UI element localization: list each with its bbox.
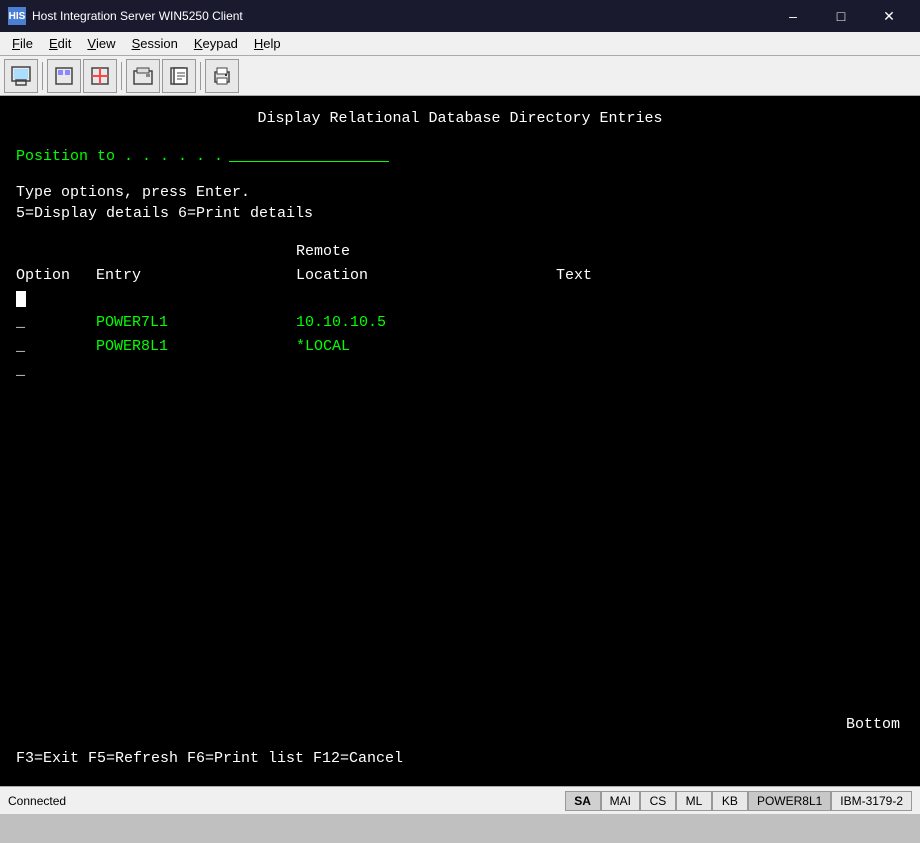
status-connected: Connected xyxy=(8,794,565,808)
status-badges: SA MAI CS ML KB POWER8L1 IBM-3179-2 xyxy=(565,791,912,811)
toolbar-btn-print[interactable] xyxy=(205,59,239,93)
row1-text xyxy=(556,336,676,358)
toolbar-btn-5[interactable] xyxy=(162,59,196,93)
cursor-block xyxy=(16,291,26,307)
minimize-button[interactable]: – xyxy=(770,0,816,32)
table-row-2: _ xyxy=(16,360,904,382)
status-model: IBM-3179-2 xyxy=(831,791,912,811)
toolbar-sep-2 xyxy=(121,62,122,90)
toolbar xyxy=(0,56,920,96)
row-cursor-location xyxy=(296,289,556,311)
window-title: Host Integration Server WIN5250 Client xyxy=(32,9,770,23)
row2-location xyxy=(296,360,556,382)
toolbar-btn-1[interactable] xyxy=(4,59,38,93)
menu-view[interactable]: View xyxy=(79,32,123,55)
row0-entry: POWER7L1 xyxy=(96,312,296,334)
menu-session[interactable]: Session xyxy=(124,32,186,55)
column-headers: Remote Option Entry Location Text xyxy=(16,241,904,287)
status-cs: CS xyxy=(640,791,676,811)
row0-text xyxy=(556,312,676,334)
status-mai: MAI xyxy=(601,791,640,811)
table-row-0: _ POWER7L1 10.10.10.5 xyxy=(16,312,904,334)
toolbar-btn-2[interactable] xyxy=(47,59,81,93)
row1-entry: POWER8L1 xyxy=(96,336,296,358)
col-entry-label: Entry xyxy=(96,265,296,287)
position-line: Position to . . . . . . xyxy=(16,146,904,168)
position-input[interactable] xyxy=(229,146,389,162)
title-bar: HIS Host Integration Server WIN5250 Clie… xyxy=(0,0,920,32)
window-controls: – □ ✕ xyxy=(770,0,912,32)
maximize-button[interactable]: □ xyxy=(818,0,864,32)
col-option-spacer xyxy=(16,241,96,263)
status-system: POWER8L1 xyxy=(748,791,831,811)
menu-file[interactable]: File xyxy=(4,32,41,55)
menu-bar: File Edit View Session Keypad Help xyxy=(0,32,920,56)
close-button[interactable]: ✕ xyxy=(866,0,912,32)
status-bar: Connected SA MAI CS ML KB POWER8L1 IBM-3… xyxy=(0,786,920,814)
col-location-label: Location xyxy=(296,265,556,287)
status-ml: ML xyxy=(676,791,712,811)
toolbar-sep-3 xyxy=(200,62,201,90)
table-row-1: _ POWER8L1 *LOCAL xyxy=(16,336,904,358)
position-label: Position to . . . . . . xyxy=(16,146,223,168)
col-remote-header: Remote xyxy=(296,241,556,263)
toolbar-btn-4[interactable] xyxy=(126,59,160,93)
column-header-row2: Option Entry Location Text xyxy=(16,265,904,287)
app-icon: HIS xyxy=(8,7,26,25)
row1-location: *LOCAL xyxy=(296,336,556,358)
col-entry-spacer xyxy=(96,241,296,263)
row-cursor-text xyxy=(556,289,676,311)
toolbar-sep-1 xyxy=(42,62,43,90)
menu-edit[interactable]: Edit xyxy=(41,32,79,55)
row2-text xyxy=(556,360,676,382)
col-option-label: Option xyxy=(16,265,96,287)
row0-option: _ xyxy=(16,312,96,334)
fkey-bar: F3=Exit F5=Refresh F6=Print list F12=Can… xyxy=(16,748,403,770)
options-section: Type options, press Enter. 5=Display det… xyxy=(16,182,904,226)
bottom-label: Bottom xyxy=(846,714,900,736)
row2-option: _ xyxy=(16,360,96,382)
column-header-row1: Remote xyxy=(16,241,904,263)
status-kb: KB xyxy=(712,791,748,811)
screen-title: Display Relational Database Directory En… xyxy=(16,108,904,130)
menu-keypad[interactable]: Keypad xyxy=(186,32,246,55)
row-cursor-entry xyxy=(96,289,296,311)
terminal-screen: Display Relational Database Directory En… xyxy=(0,96,920,786)
row0-location: 10.10.10.5 xyxy=(296,312,556,334)
options-line2: 5=Display details 6=Print details xyxy=(16,203,904,225)
options-line1: Type options, press Enter. xyxy=(16,182,904,204)
row-cursor-option xyxy=(16,289,96,311)
menu-help[interactable]: Help xyxy=(246,32,289,55)
col-text-label: Text xyxy=(556,265,676,287)
row1-option: _ xyxy=(16,336,96,358)
table-row-cursor xyxy=(16,289,904,311)
status-sa: SA xyxy=(565,791,601,811)
row2-entry xyxy=(96,360,296,382)
toolbar-btn-3[interactable] xyxy=(83,59,117,93)
